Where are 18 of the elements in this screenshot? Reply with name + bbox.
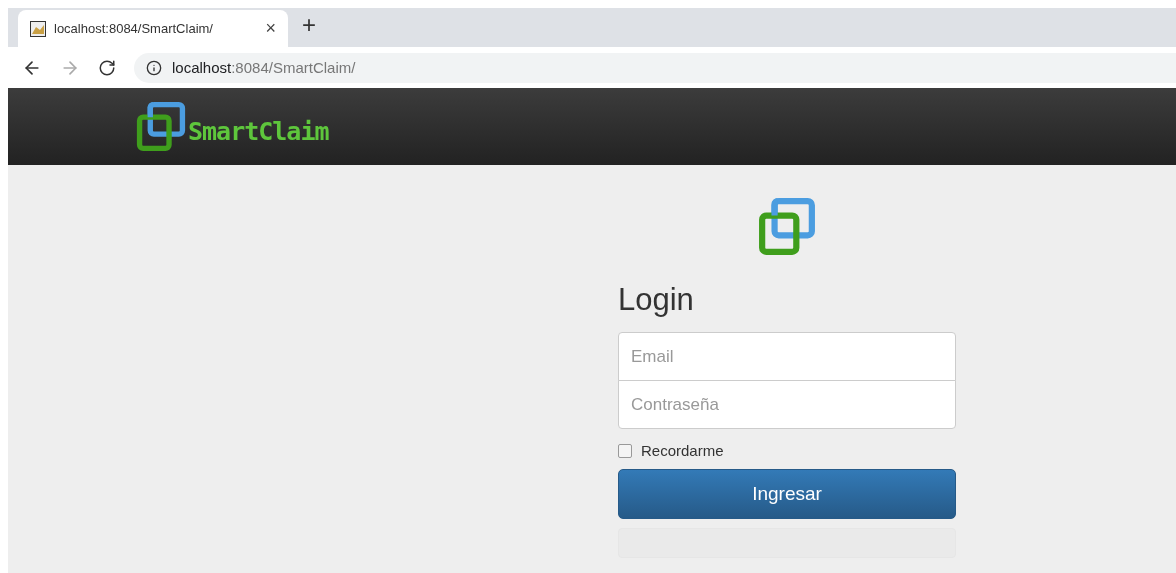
remember-label: Recordarme (641, 442, 724, 460)
favicon-icon (30, 20, 46, 37)
url-text: localhost:8084/SmartClaim/ (172, 59, 356, 76)
email-field[interactable]: Email (618, 332, 956, 382)
tab-title: localhost:8084/SmartClaim/ (54, 21, 214, 36)
new-tab-button[interactable]: + (302, 10, 316, 45)
browser-tab[interactable]: localhost:8084/SmartClaim/ × (18, 10, 288, 47)
remember-checkbox[interactable] (618, 443, 632, 458)
login-button[interactable]: Ingresar (618, 469, 956, 520)
logo-icon (136, 101, 186, 152)
close-tab-button[interactable]: × (265, 18, 276, 39)
reload-button[interactable] (98, 58, 116, 77)
address-bar[interactable]: localhost:8084/SmartClaim/ (134, 52, 1176, 83)
login-title: Login (618, 281, 695, 319)
info-icon (146, 59, 162, 76)
password-field[interactable]: Contraseña (618, 380, 956, 430)
brand-name: SmartClaim (188, 117, 329, 146)
logo-icon (758, 198, 816, 256)
